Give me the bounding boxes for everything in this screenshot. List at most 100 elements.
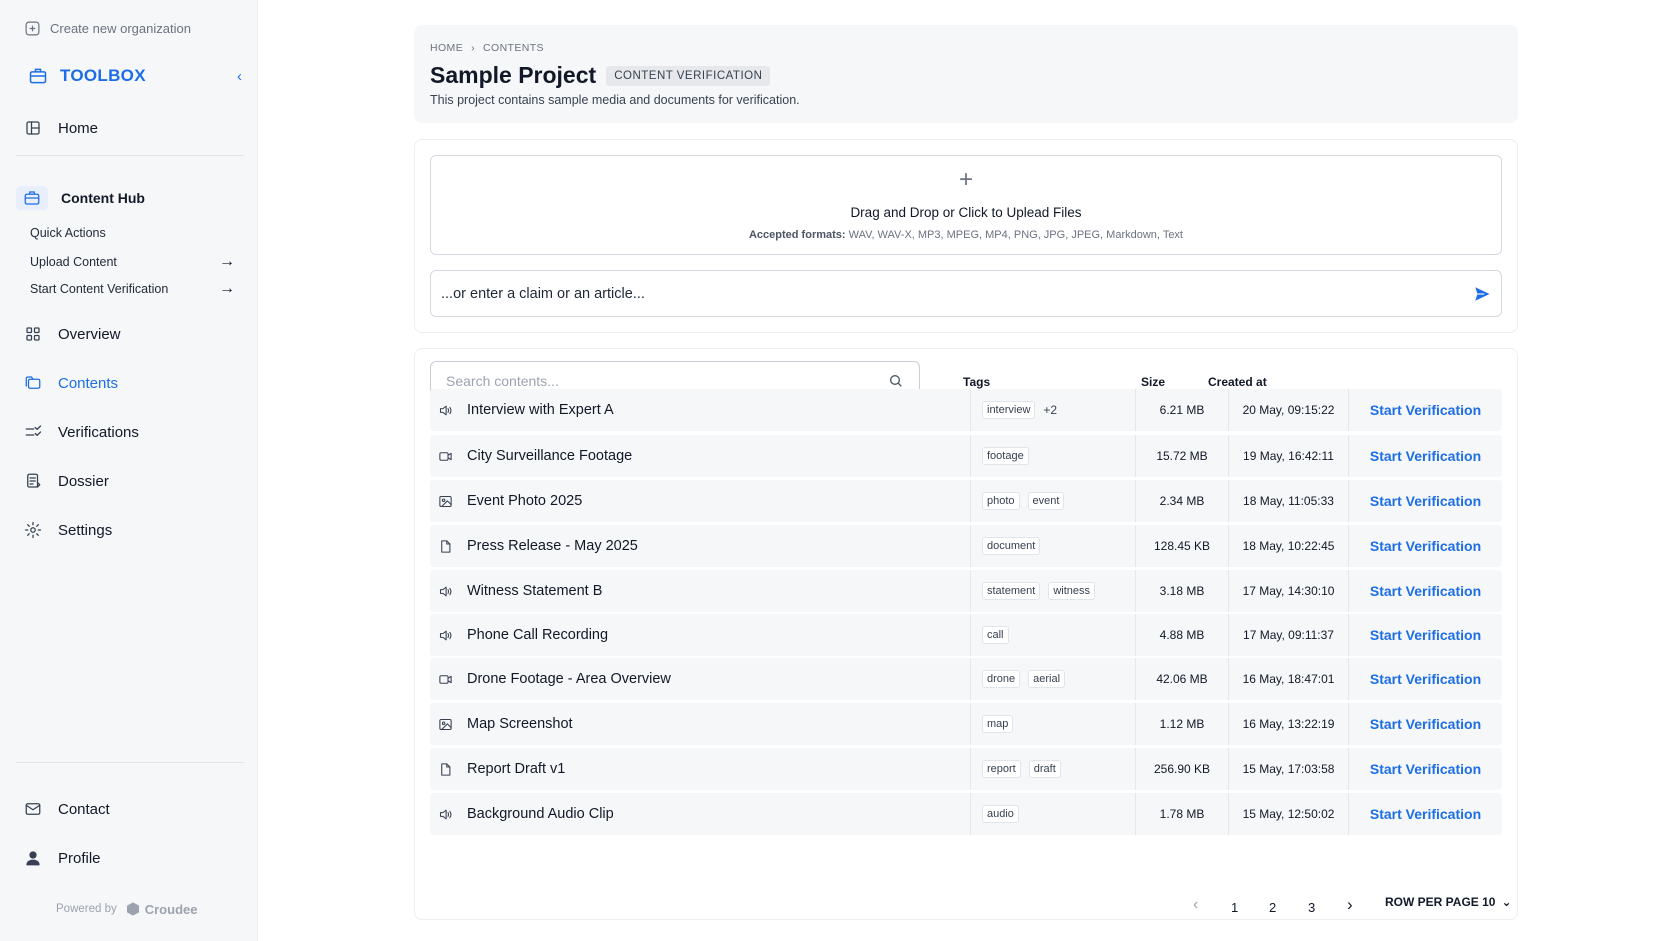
start-verification-button[interactable]: Start Verification [1348,435,1502,477]
table-row[interactable]: Map Screenshot map 1.12 MB 16 May, 13:22… [430,703,1502,745]
size-cell: 128.45 KB [1135,525,1228,567]
content-name[interactable]: Event Photo 2025 [467,493,582,509]
sub-item-quick-actions[interactable]: Quick Actions [30,226,235,240]
accepted-formats-list: WAV, WAV-X, MP3, MPEG, MP4, PNG, JPG, JP… [848,229,1183,241]
nav-item-settings[interactable]: Settings [24,521,112,539]
created-cell: 17 May, 14:30:10 [1228,570,1348,612]
page-1[interactable]: 1 [1231,900,1238,915]
collapse-sidebar-icon[interactable]: ‹ [237,68,242,85]
audio-icon [439,630,452,640]
audio-icon [439,405,452,415]
content-name[interactable]: Drone Footage - Area Overview [467,671,671,687]
sub-item-upload-content[interactable]: Upload Content → [30,253,235,271]
nav-item-dossier[interactable]: Dossier [24,472,109,490]
send-icon[interactable] [1473,285,1491,303]
home-icon [26,121,40,135]
tag-chip: witness [1048,582,1095,600]
column-header-created[interactable]: Created at [1208,375,1267,389]
table-row[interactable]: Report Draft v1 report draft 256.90 KB 15… [430,748,1502,790]
size-cell: 15.72 MB [1135,435,1228,477]
page-title: Sample Project [430,62,597,88]
content-name[interactable]: Phone Call Recording [467,627,608,643]
table-row[interactable]: Witness Statement B statement witness 3.1… [430,570,1502,612]
croudee-logo: Croudee [125,901,198,917]
content-name-cell: Event Photo 2025 [430,480,970,522]
content-name[interactable]: Witness Statement B [467,583,602,599]
content-name[interactable]: Press Release - May 2025 [467,538,638,554]
table-row[interactable]: Background Audio Clip audio 1.78 MB 15 M… [430,793,1502,835]
nav-item-contact[interactable]: Contact [24,800,110,818]
nav-item-profile[interactable]: Profile [24,849,101,867]
nav-item-contents[interactable]: Contents [24,374,118,392]
brand-title: TOOLBOX [60,66,146,85]
start-verification-button[interactable]: Start Verification [1348,748,1502,790]
start-verification-button[interactable]: Start Verification [1348,658,1502,700]
table-row[interactable]: Interview with Expert A interview +2 6.21… [430,389,1502,431]
create-organization-button[interactable]: Create new organization [24,20,191,37]
content-name[interactable]: Report Draft v1 [467,761,565,777]
tags-cell: interview +2 [970,389,1135,431]
nav-item-overview[interactable]: Overview [24,325,121,343]
arrow-right-icon: → [219,280,235,297]
video-icon [439,674,452,684]
project-header: HOME › CONTENTS Sample Project CONTENT V… [414,25,1518,123]
more-tags-count[interactable]: +2 [1043,403,1057,417]
document-icon [441,539,451,553]
tag-chip: photo [982,492,1020,510]
size-cell: 3.18 MB [1135,570,1228,612]
search-placeholder: Search contents... [446,373,559,389]
tag-chip: drone [982,670,1021,688]
content-name[interactable]: Background Audio Clip [467,806,614,822]
start-verification-button[interactable]: Start Verification [1348,389,1502,431]
page-2[interactable]: 2 [1269,900,1276,915]
file-dropzone[interactable]: + Drag and Drop or Click to Uplead Files… [430,155,1502,255]
audio-icon [439,809,452,819]
document-icon [441,762,451,776]
nav-label: Contents [58,374,119,392]
start-verification-button[interactable]: Start Verification [1348,570,1502,612]
start-verification-button[interactable]: Start Verification [1348,525,1502,567]
table-row[interactable]: Drone Footage - Area Overview drone aeria… [430,658,1502,700]
content-name[interactable]: Map Screenshot [467,716,573,732]
column-header-tags[interactable]: Tags [963,375,990,389]
tag-chip: statement [982,582,1041,600]
content-hub-header[interactable]: Content Hub [16,186,244,210]
content-name-cell: Report Draft v1 [430,748,970,790]
page-description: This project contains sample media and d… [430,93,800,107]
table-row[interactable]: Press Release - May 2025 document 128.45… [430,525,1502,567]
start-verification-button[interactable]: Start Verification [1348,793,1502,835]
next-page-icon[interactable]: › [1347,895,1353,915]
nav-item-verifications[interactable]: Verifications [24,423,139,441]
nav-item-home[interactable]: Home [24,119,98,137]
breadcrumb-contents[interactable]: CONTENTS [483,42,544,54]
content-name-cell: Witness Statement B [430,570,970,612]
content-name[interactable]: City Surveillance Footage [467,448,632,464]
croudee-logo-text: Croudee [144,901,198,917]
content-name[interactable]: Interview with Expert A [467,402,614,418]
start-verification-button[interactable]: Start Verification [1348,614,1502,656]
sidebar-divider [16,762,244,763]
tag-chip: document [982,537,1041,555]
table-row[interactable]: Phone Call Recording call 4.88 MB 17 May… [430,614,1502,656]
start-verification-button[interactable]: Start Verification [1348,703,1502,745]
sub-item-label: Upload Content [30,255,117,269]
list-check-icon [25,425,42,437]
start-verification-button[interactable]: Start Verification [1348,480,1502,522]
arrow-right-icon: → [219,253,235,270]
powered-by-label: Powered by [56,903,117,915]
table-row[interactable]: Event Photo 2025 photo event 2.34 MB 18 M… [430,480,1502,522]
video-icon [439,451,452,461]
sub-item-start-content-verification[interactable]: Start Content Verification → [30,280,235,298]
table-row[interactable]: City Surveillance Footage footage 15.72 … [430,435,1502,477]
created-cell: 17 May, 09:11:37 [1228,614,1348,656]
rows-per-page-select[interactable]: ROW PER PAGE 10 ⌄ [1385,895,1512,909]
size-cell: 1.12 MB [1135,703,1228,745]
tag-chip: interview [982,401,1036,419]
column-header-size[interactable]: Size [1141,375,1165,389]
breadcrumb-home[interactable]: HOME [430,42,463,54]
search-icon[interactable] [888,373,904,389]
page-3[interactable]: 3 [1308,900,1315,915]
claim-input[interactable]: ...or enter a claim or an article... [430,270,1502,317]
content-name-cell: Background Audio Clip [430,793,970,835]
prev-page-icon[interactable]: ‹ [1193,896,1198,914]
